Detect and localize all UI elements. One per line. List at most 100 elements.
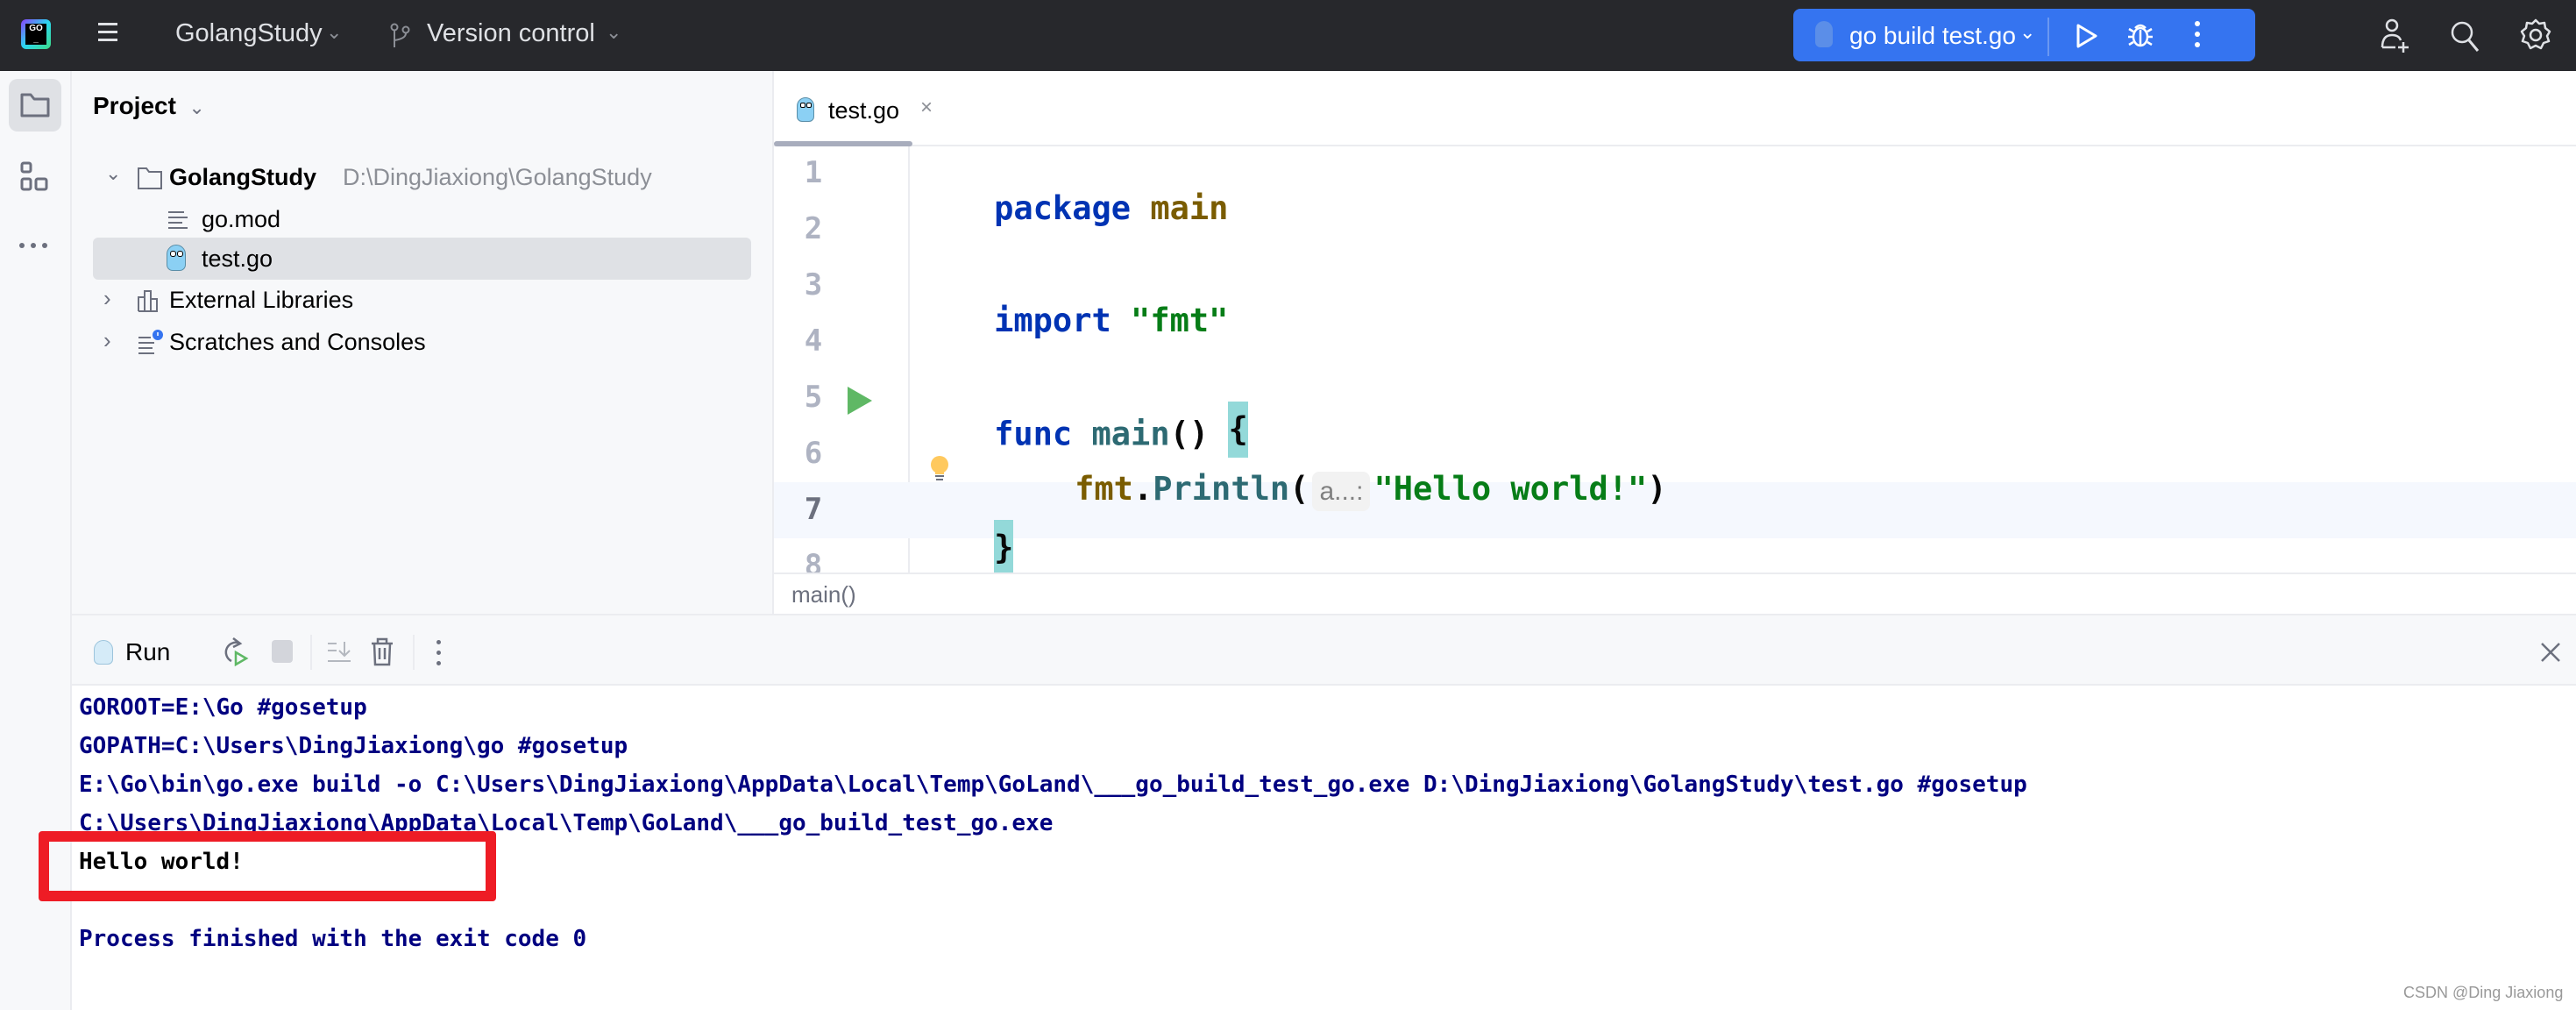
run-config-selector[interactable]: go build test.go ⌄ — [1793, 9, 2047, 61]
divider — [310, 635, 312, 670]
string-literal: "fmt" — [1131, 302, 1229, 339]
tab-label: test.go — [828, 97, 900, 124]
run-tab-label: Run — [125, 638, 171, 665]
vcs-selector[interactable]: Version control ⌄ — [390, 0, 627, 71]
project-tool-button[interactable] — [9, 79, 61, 132]
highlight-annotation-box — [39, 831, 496, 901]
scratches-icon — [138, 330, 163, 354]
editor: test.go × 1 2 3 4 5 6 7 8 package main i… — [772, 71, 2576, 614]
package-ref: fmt — [1075, 470, 1133, 508]
run-icon[interactable] — [2076, 23, 2098, 49]
tab-test-go[interactable]: test.go × — [774, 71, 933, 146]
title-bar: GO _ GolangStudy ⌄ Version control ⌄ go b… — [0, 0, 2576, 71]
parameter-hint: a...: — [1312, 472, 1371, 511]
keyword: package — [994, 189, 1132, 227]
line-number: 5 — [804, 380, 823, 415]
more-options-icon[interactable] — [436, 640, 444, 665]
debug-icon[interactable] — [2126, 21, 2154, 49]
project-panel-header[interactable]: Project ⌄ — [93, 92, 205, 120]
open-paren: ( — [1289, 470, 1309, 508]
line-number: 7 — [804, 492, 823, 527]
editor-tab-bar: test.go × — [774, 71, 2576, 146]
line-number: 1 — [804, 155, 823, 190]
structure-icon[interactable] — [19, 161, 49, 193]
tree-item-scratches[interactable]: › Scratches and Consoles — [93, 324, 750, 362]
tree-item-go-mod[interactable]: go.mod — [93, 201, 750, 239]
gopher-icon — [94, 640, 113, 665]
folder-icon — [20, 93, 50, 117]
rerun-icon[interactable] — [221, 637, 249, 666]
line-number: 6 — [804, 436, 823, 471]
code-line-1[interactable]: package main — [916, 152, 1228, 265]
libraries-icon — [138, 290, 158, 312]
divider — [413, 635, 415, 670]
close-panel-icon[interactable] — [2540, 642, 2561, 663]
console-line: E:\Go\bin\go.exe build -o C:\Users\DingJ… — [79, 772, 2027, 798]
run-widget: go build test.go ⌄ — [1793, 9, 2255, 61]
console-line: GOPATH=C:\Users\DingJiaxiong\go #gosetup — [79, 733, 628, 759]
watermark: CSDN @Ding Jiaxiong — [2403, 984, 2564, 1001]
breadcrumb-bar: main() — [774, 573, 2576, 614]
run-tab[interactable]: Run — [94, 633, 181, 668]
run-config-label: go build test.go — [1849, 22, 2016, 49]
clear-trash-icon[interactable] — [370, 637, 394, 666]
run-toolbar: Run — [72, 614, 2576, 686]
divider — [2047, 18, 2049, 56]
string-literal: "Hello world!" — [1373, 470, 1648, 508]
function-call: Println — [1153, 470, 1290, 508]
search-icon[interactable] — [2449, 19, 2480, 53]
chevron-down-icon: ⌄ — [606, 21, 622, 43]
scroll-to-end-icon[interactable] — [326, 640, 352, 665]
settings-gear-icon[interactable] — [2518, 18, 2553, 53]
line-number: 3 — [804, 267, 823, 302]
keyword: import — [994, 302, 1111, 339]
tree-item-label: GolangStudy — [169, 164, 316, 190]
code-line-3[interactable]: import "fmt" — [916, 264, 1228, 377]
chevron-right-icon[interactable]: › — [103, 327, 111, 354]
run-gutter-icon[interactable] — [846, 385, 874, 416]
console-output[interactable]: GOROOT=E:\Go #gosetup GOPATH=C:\Users\Di… — [39, 686, 2576, 1010]
project-panel: Project ⌄ ⌄ GolangStudy D:\DingJiaxiong\… — [72, 71, 772, 614]
close-paren: ) — [1647, 470, 1667, 508]
project-selector[interactable]: GolangStudy ⌄ — [175, 0, 351, 71]
tree-item-label: Scratches and Consoles — [169, 329, 426, 355]
branch-icon — [390, 23, 410, 47]
tree-item-label: go.mod — [202, 206, 281, 232]
tree-item-label: test.go — [202, 245, 273, 272]
tree-item-path: D:\DingJiaxiong\GolangStudy — [343, 164, 652, 190]
goland-logo-icon[interactable]: GO _ — [21, 19, 51, 49]
more-options-icon[interactable] — [2195, 21, 2202, 47]
console-line: Process finished with the exit code 0 — [79, 926, 587, 952]
tree-item-label: External Libraries — [169, 287, 354, 313]
tree-item-external-libraries[interactable]: › External Libraries — [93, 281, 750, 320]
chevron-down-icon: ⌄ — [326, 21, 343, 43]
chevron-down-icon: ⌄ — [188, 96, 205, 118]
line-number: 4 — [804, 324, 823, 359]
tree-item-test-go[interactable]: test.go — [93, 238, 751, 280]
line-number: 8 — [804, 548, 823, 573]
stop-icon[interactable] — [272, 640, 293, 663]
breadcrumb-item[interactable]: main() — [791, 581, 856, 608]
add-user-icon[interactable] — [2380, 18, 2411, 54]
gopher-icon — [167, 245, 186, 271]
vcs-label: Version control — [427, 19, 595, 47]
main-menu-icon[interactable] — [98, 23, 117, 41]
package-name: main — [1150, 189, 1229, 227]
line-number: 2 — [804, 211, 823, 246]
file-text-icon — [168, 211, 188, 229]
console-line: GOROOT=E:\Go #gosetup — [79, 694, 367, 721]
more-tools-icon[interactable] — [19, 243, 51, 250]
chevron-down-icon[interactable]: ⌄ — [105, 162, 121, 185]
project-panel-title: Project — [93, 92, 176, 119]
project-name: GolangStudy — [175, 19, 323, 47]
gopher-icon — [797, 97, 814, 122]
gopher-icon — [1815, 21, 1833, 47]
chevron-right-icon[interactable]: › — [103, 285, 111, 312]
line-number-clip: 8 — [774, 548, 910, 573]
close-brace: } — [994, 520, 1014, 576]
dot: . — [1132, 470, 1153, 508]
tree-item-golangstudy[interactable]: ⌄ GolangStudy D:\DingJiaxiong\GolangStud… — [93, 159, 750, 197]
code-line-6[interactable]: fmt.Println(a...: "Hello world!") — [997, 432, 1667, 545]
tab-close-icon[interactable]: × — [920, 96, 933, 120]
chevron-down-icon: ⌄ — [2019, 21, 2036, 43]
